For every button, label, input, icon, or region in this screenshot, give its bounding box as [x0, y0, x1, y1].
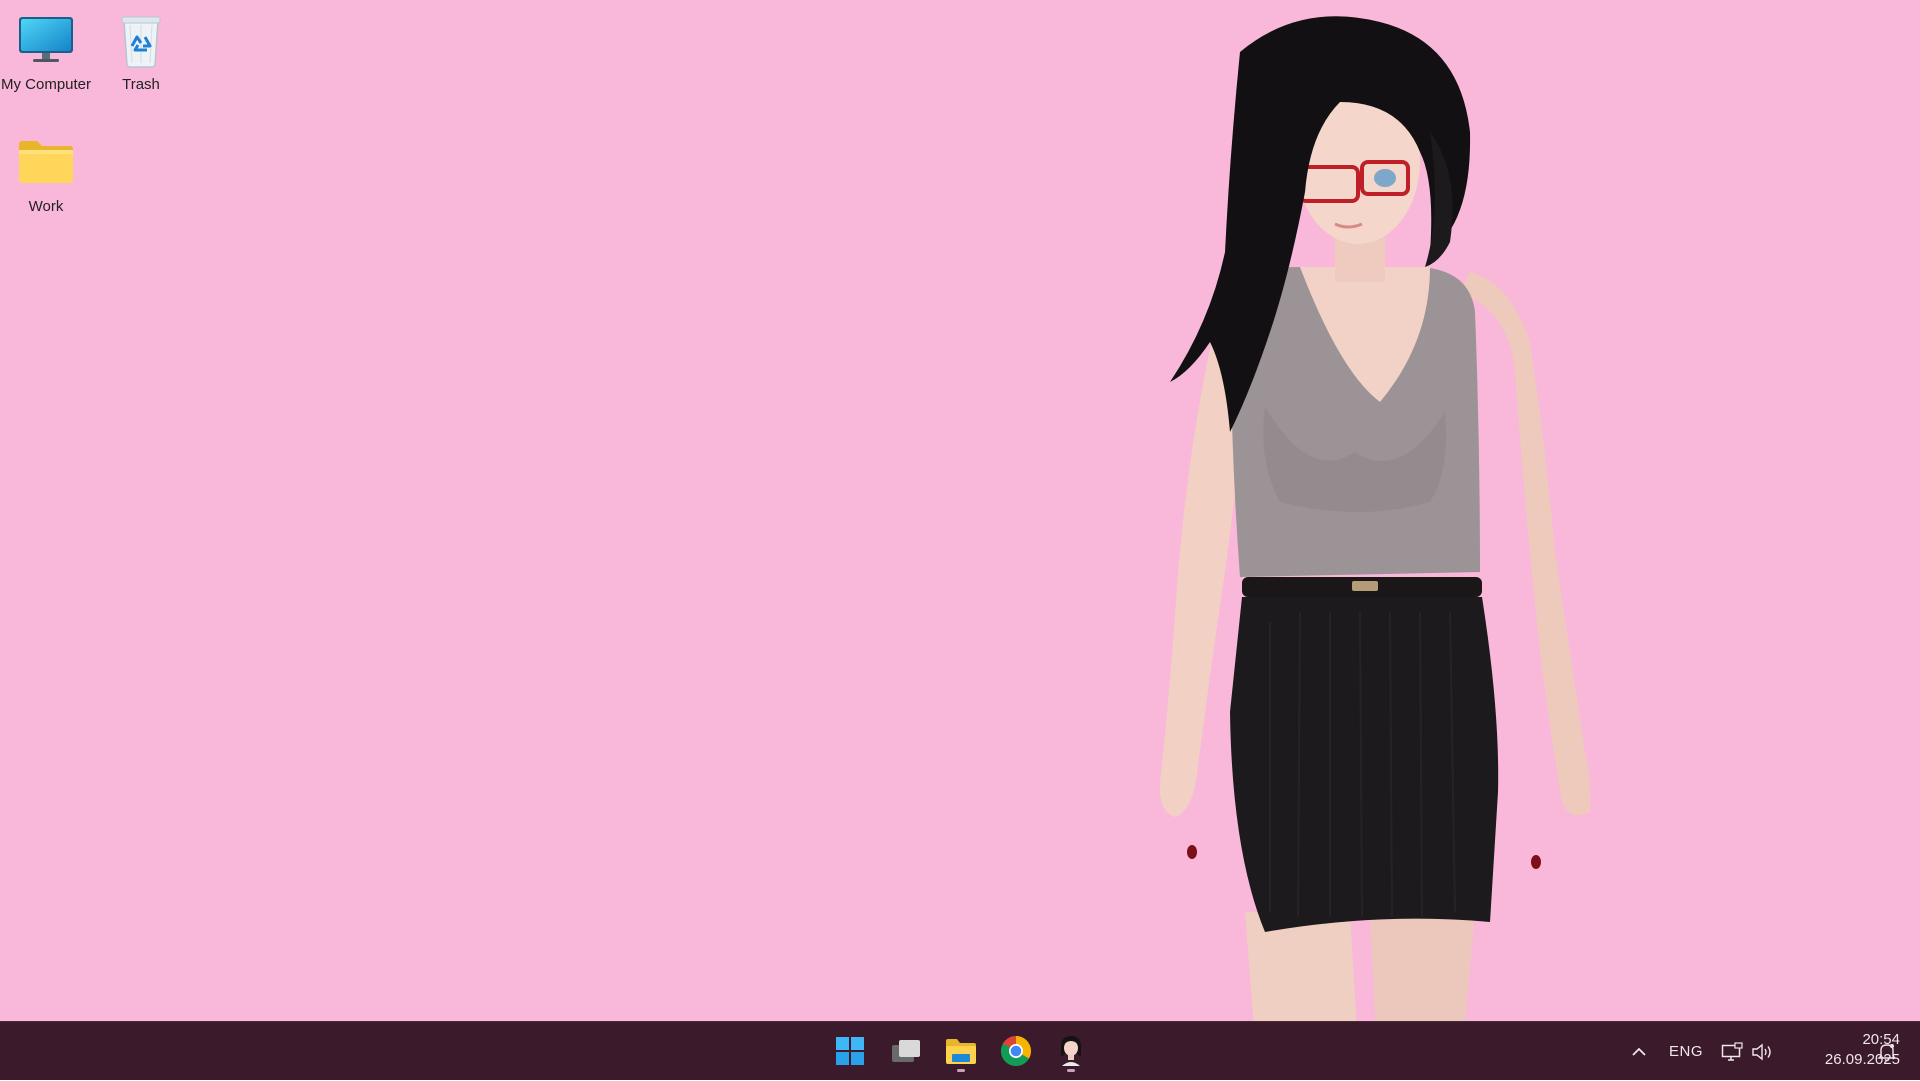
- wallpaper-character: [1159, 16, 1591, 1021]
- chrome-icon: [1001, 1036, 1031, 1067]
- folder-icon: [14, 132, 78, 192]
- desktop-icon-my-computer[interactable]: My Computer: [0, 4, 94, 104]
- recycle-bin-icon: [109, 10, 173, 70]
- language-indicator[interactable]: ENG: [1662, 1022, 1710, 1081]
- avatar-app-icon: [1061, 1036, 1081, 1066]
- task-view-icon: [892, 1040, 920, 1062]
- file-explorer-button[interactable]: [938, 1028, 984, 1074]
- taskbar: ENG 20:54 26.09.2025: [0, 1021, 1920, 1080]
- desktop-icon-trash[interactable]: Trash: [93, 4, 189, 104]
- volume-icon: [1752, 1043, 1771, 1060]
- windows-start-icon: [836, 1037, 864, 1065]
- running-indicator: [1067, 1069, 1075, 1072]
- volume-button[interactable]: [1748, 1022, 1776, 1081]
- desktop-icon-label: Trash: [122, 76, 160, 93]
- chrome-button[interactable]: [993, 1028, 1039, 1074]
- task-view-button[interactable]: [883, 1028, 929, 1074]
- avatar-app-button[interactable]: [1048, 1028, 1094, 1074]
- desktop-icon-work-folder[interactable]: Work: [0, 126, 94, 226]
- chevron-up-icon: [1632, 1047, 1646, 1056]
- notification-button[interactable]: [1872, 1022, 1902, 1081]
- desktop: My Computer Trash Work: [0, 0, 1920, 1021]
- desktop-icon-label: Work: [28, 198, 64, 215]
- notification-icon: [1877, 1043, 1897, 1061]
- tray-overflow-button[interactable]: [1624, 1022, 1654, 1081]
- desktop-icon-label: My Computer: [0, 76, 92, 93]
- network-button[interactable]: [1718, 1022, 1746, 1081]
- running-indicator: [957, 1069, 965, 1072]
- start-button[interactable]: [827, 1028, 873, 1074]
- monitor-icon: [14, 10, 78, 70]
- network-icon: [1721, 1041, 1743, 1061]
- file-explorer-icon: [946, 1039, 976, 1064]
